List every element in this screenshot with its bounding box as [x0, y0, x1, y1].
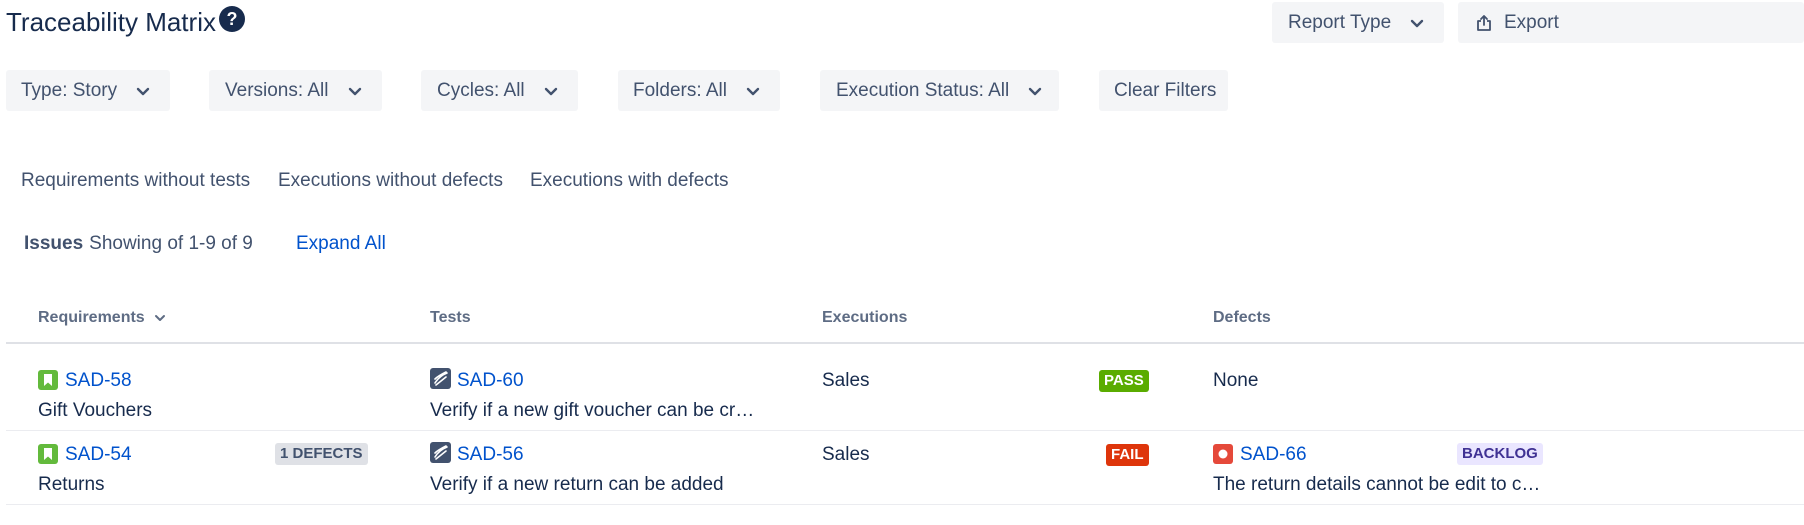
defects-count-badge[interactable]: 1 DEFECTS [275, 443, 368, 465]
defects-none-text: None [1213, 370, 1259, 391]
column-header-tests-label: Tests [430, 309, 471, 326]
defect-key-link[interactable]: SAD-66 [1240, 444, 1307, 466]
execution-name: Sales [822, 370, 870, 391]
tab-executions-without-defects[interactable]: Executions without defects [278, 170, 503, 192]
svg-text:?: ? [226, 9, 237, 29]
column-header-requirements[interactable]: Requirements [38, 309, 167, 327]
filter-execution-status-button[interactable]: Execution Status: All [820, 70, 1059, 111]
table-header-divider [6, 342, 1804, 344]
test-flag-icon [430, 442, 451, 463]
execution-name: Sales [822, 444, 870, 465]
chevron-down-icon [544, 87, 557, 95]
report-type-button[interactable]: Report Type [1272, 2, 1444, 43]
requirement-summary: Returns [38, 474, 105, 495]
column-header-executions: Executions [822, 309, 907, 327]
issues-label: Issues [24, 233, 84, 254]
test-summary: Verify if a new gift voucher can be cre… [430, 400, 760, 421]
chevron-down-icon [136, 87, 150, 95]
requirement-key-link[interactable]: SAD-54 [65, 444, 132, 466]
question-circle-icon[interactable]: ? [218, 5, 246, 33]
test-key-link[interactable]: SAD-56 [457, 444, 524, 466]
tab-requirements-without-tests[interactable]: Requirements without tests [21, 170, 250, 192]
filter-cycles-button[interactable]: Cycles: All [421, 70, 578, 111]
defect-summary: The return details cannot be edit to cr… [1213, 474, 1543, 495]
issues-count: Showing of 1-9 of 9 [89, 233, 253, 254]
filter-versions-button[interactable]: Versions: All [209, 70, 382, 111]
report-type-label: Report Type [1288, 11, 1392, 33]
bug-icon [1213, 444, 1233, 464]
row-divider [6, 504, 1804, 505]
page-title: Traceability Matrix ? [6, 4, 246, 40]
defect-status-badge: BACKLOG [1457, 443, 1543, 465]
column-header-executions-label: Executions [822, 309, 908, 326]
chevron-down-icon [348, 87, 361, 95]
page-title-text: Traceability Matrix [6, 7, 216, 37]
requirement-key-link[interactable]: SAD-58 [65, 370, 132, 392]
column-header-tests: Tests [430, 309, 471, 327]
filter-execution-status-label: Execution Status: All [836, 79, 1010, 101]
story-bookmark-icon [38, 394, 58, 414]
column-header-defects: Defects [1213, 309, 1271, 327]
column-header-requirements-label: Requirements [38, 309, 145, 326]
chevron-down-icon [1410, 19, 1424, 27]
chevron-down-icon [746, 87, 760, 95]
row-divider [6, 430, 1804, 431]
chevron-down-icon [1029, 87, 1042, 95]
status-badge: PASS [1099, 370, 1149, 392]
column-header-defects-label: Defects [1213, 309, 1271, 326]
clear-filters-button[interactable]: Clear Filters [1099, 70, 1228, 111]
filter-versions-label: Versions: All [225, 79, 329, 101]
share-upload-icon [1477, 14, 1491, 31]
tab-executions-with-defects[interactable]: Executions with defects [530, 170, 729, 192]
clear-filters-label: Clear Filters [1114, 79, 1217, 101]
status-badge: FAIL [1106, 444, 1149, 466]
issues-summary: Issues Showing of 1-9 of 9 [24, 233, 253, 255]
test-key-link[interactable]: SAD-60 [457, 370, 524, 392]
test-flag-icon [430, 368, 451, 389]
filter-type-label: Type: Story [21, 79, 118, 101]
filter-cycles-label: Cycles: All [437, 79, 525, 101]
story-bookmark-icon [38, 370, 58, 390]
filter-folders-label: Folders: All [633, 79, 727, 101]
export-label: Export [1504, 11, 1559, 33]
filter-folders-button[interactable]: Folders: All [618, 70, 780, 111]
story-bookmark-icon [38, 444, 58, 464]
export-button[interactable]: Export [1458, 2, 1804, 43]
chevron-down-icon [154, 315, 165, 321]
test-summary: Verify if a new return can be added [430, 474, 724, 495]
expand-all-link[interactable]: Expand All [296, 233, 386, 255]
filter-type-button[interactable]: Type: Story [6, 70, 170, 111]
